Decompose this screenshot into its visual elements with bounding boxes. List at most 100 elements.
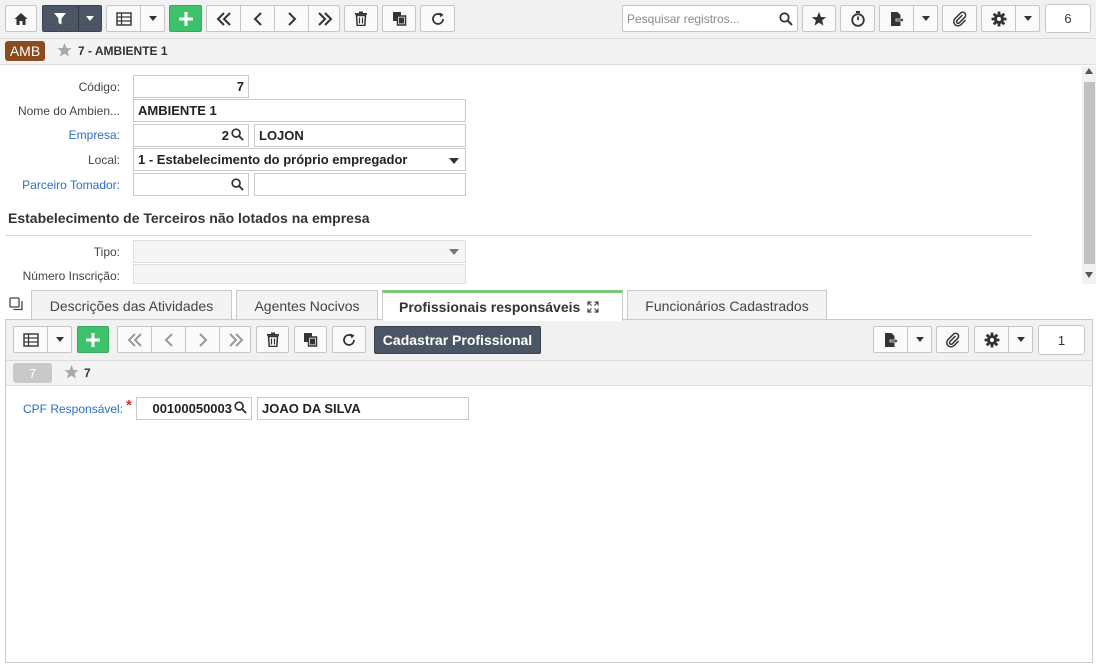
plus-icon <box>86 332 100 347</box>
tab-profissionais[interactable]: Profissionais responsáveis <box>382 290 623 321</box>
codigo-field[interactable]: 7 <box>133 75 249 98</box>
chevron-down-icon <box>1017 337 1025 342</box>
sub-next-record-button[interactable] <box>186 327 219 352</box>
attachment-button[interactable] <box>942 5 977 32</box>
chevron-down-icon <box>149 16 157 21</box>
chevron-left-icon <box>253 11 262 26</box>
copy-icon <box>304 333 318 347</box>
favorite-button[interactable] <box>802 5 836 32</box>
chevron-down-icon <box>449 158 459 164</box>
search-icon[interactable] <box>779 12 793 26</box>
local-select[interactable]: 1 - Estabelecimento do próprio empregado… <box>133 148 466 171</box>
section-title: Estabelecimento de Terceiros não lotados… <box>8 210 370 226</box>
double-chevron-right-icon <box>317 11 332 26</box>
search-input[interactable] <box>623 6 773 31</box>
sub-record-title: 7 <box>84 366 91 380</box>
tab-profissionais-label: Profissionais responsáveis <box>399 299 581 315</box>
home-button[interactable] <box>5 5 37 32</box>
inscricao-field[interactable] <box>133 264 466 284</box>
empresa-label[interactable]: Empresa: <box>0 128 120 142</box>
last-record-button[interactable] <box>309 6 340 31</box>
chevron-right-icon <box>287 11 296 26</box>
export-file-icon <box>891 12 904 26</box>
nome-field[interactable]: AMBIENTE 1 <box>133 99 466 122</box>
refresh-icon <box>343 333 355 346</box>
record-count: 6 <box>1045 4 1091 33</box>
record-title: 7 - AMBIENTE 1 <box>78 44 168 58</box>
tipo-select[interactable] <box>133 240 466 263</box>
sub-navigation-group <box>117 326 251 353</box>
sub-first-record-button[interactable] <box>118 327 151 352</box>
copy-icon <box>392 12 406 26</box>
export-button[interactable] <box>879 5 938 32</box>
filter-icon <box>54 13 66 25</box>
chevron-down-icon <box>86 16 94 21</box>
cadastrar-profissional-button[interactable]: Cadastrar Profissional <box>374 326 541 354</box>
sub-record-count: 1 <box>1038 325 1085 355</box>
previous-record-button[interactable] <box>241 6 274 31</box>
refresh-icon <box>431 12 444 25</box>
add-button[interactable] <box>169 5 202 32</box>
copy-window-icon[interactable] <box>9 297 24 312</box>
sub-previous-record-button[interactable] <box>152 327 185 352</box>
grid-icon <box>116 12 132 26</box>
search-icon[interactable] <box>234 401 247 414</box>
copy-button[interactable] <box>382 5 416 32</box>
grid-view-button[interactable] <box>106 5 165 32</box>
scroll-down-icon[interactable] <box>1085 272 1093 278</box>
scrollbar-thumb[interactable] <box>1084 82 1095 264</box>
tab-descricoes[interactable]: Descrições das Atividades <box>31 290 232 320</box>
sub-delete-button[interactable] <box>256 326 289 353</box>
gear-icon <box>991 11 1007 27</box>
empresa-name-field: LOJON <box>254 124 466 147</box>
search-box <box>622 5 798 32</box>
search-icon[interactable] <box>231 178 244 191</box>
export-file-icon <box>885 333 898 347</box>
star-icon[interactable] <box>63 364 80 380</box>
paperclip-icon <box>945 331 959 348</box>
chevron-left-icon <box>164 332 173 347</box>
refresh-button[interactable] <box>420 5 455 32</box>
tab-funcionarios[interactable]: Funcionários Cadastrados <box>627 290 827 320</box>
chevron-down-icon <box>922 16 930 21</box>
star-icon[interactable] <box>56 42 73 58</box>
sub-add-button[interactable] <box>77 326 109 353</box>
sub-last-record-button[interactable] <box>220 327 251 352</box>
gear-icon <box>984 332 1000 348</box>
entity-badge: AMB <box>5 41 45 61</box>
expand-icon[interactable] <box>587 301 599 313</box>
first-record-button[interactable] <box>207 6 240 31</box>
paperclip-icon <box>952 10 966 27</box>
sub-attachment-button[interactable] <box>936 326 969 353</box>
required-asterisk: * <box>126 397 132 414</box>
double-chevron-left-icon <box>216 11 231 26</box>
filter-button[interactable] <box>42 5 102 32</box>
delete-button[interactable] <box>344 5 378 32</box>
section-divider <box>5 235 1032 236</box>
cpf-label[interactable]: CPF Responsável: <box>23 402 123 416</box>
stopwatch-icon <box>850 11 865 27</box>
parceiro-name-field <box>254 173 466 196</box>
sub-export-button[interactable] <box>873 326 932 353</box>
parceiro-label[interactable]: Parceiro Tomador: <box>0 178 120 192</box>
codigo-label: Código: <box>78 80 120 94</box>
next-record-button[interactable] <box>275 6 308 31</box>
double-chevron-right-icon <box>228 332 243 347</box>
star-icon <box>811 11 827 26</box>
chevron-down-icon <box>56 337 64 342</box>
sub-copy-button[interactable] <box>294 326 327 353</box>
settings-button[interactable] <box>981 5 1040 32</box>
sub-settings-button[interactable] <box>974 326 1033 353</box>
chevron-down-icon <box>1024 16 1032 21</box>
sub-record-badge: 7 <box>13 363 52 383</box>
tab-agentes[interactable]: Agentes Nocivos <box>236 290 378 320</box>
sub-refresh-button[interactable] <box>332 326 366 353</box>
sub-record-header <box>6 361 1092 386</box>
plus-icon <box>178 11 193 26</box>
scroll-up-icon[interactable] <box>1085 68 1093 74</box>
search-icon[interactable] <box>231 128 244 141</box>
local-label: Local: <box>87 153 120 167</box>
sub-grid-view-button[interactable] <box>13 326 72 353</box>
timer-button[interactable] <box>840 5 875 32</box>
chevron-down-icon <box>916 337 924 342</box>
